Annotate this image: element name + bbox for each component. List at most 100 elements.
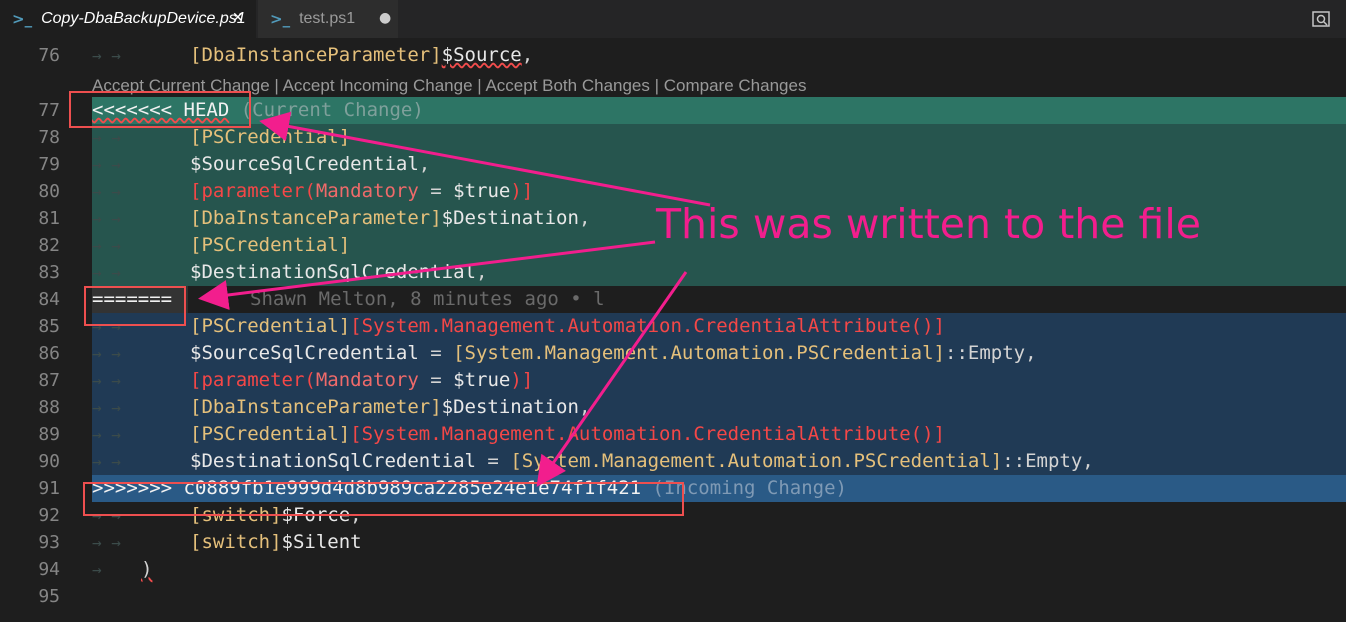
line-number: 86 (38, 343, 60, 364)
tab-title: test.ps1 (299, 10, 356, 27)
annotation-callout: This was written to the file (656, 200, 1201, 248)
annotation-box-head (69, 91, 251, 128)
close-icon[interactable]: ✕ (232, 10, 244, 26)
operator: = (418, 369, 454, 391)
code-text: [PSCredential] (190, 232, 350, 259)
code-text: $SourceSqlCredential = [System.Managemen… (190, 340, 1037, 367)
indent-guide-icon: → → (92, 209, 121, 228)
code-text: $SourceSqlCredential, (190, 151, 430, 178)
variable-token: $Destination (441, 396, 579, 418)
code-text: [DbaInstanceParameter]$Destination, (190, 205, 590, 232)
annotation-box-separator (84, 286, 186, 326)
code-line: 83 → → $DestinationSqlCredential, (0, 259, 1346, 286)
code-line: 87 → → [parameter(Mandatory = $true)] (0, 367, 1346, 394)
line-number: 80 (38, 181, 60, 202)
attribute-token: )] (510, 180, 534, 202)
type-token: [DbaInstanceParameter] (190, 396, 442, 418)
punctuation: , (418, 153, 431, 175)
line-number: 93 (38, 532, 60, 553)
line-number: 94 (38, 559, 60, 580)
line-number: 84 (38, 289, 60, 310)
attribute-token: [System.Management.Automation.Credential… (350, 315, 945, 337)
type-token: [PSCredential] (190, 423, 351, 445)
variable-token: $DestinationSqlCredential (190, 261, 476, 283)
parameter-token: Mandatory (315, 369, 419, 391)
line-number: 92 (38, 505, 60, 526)
code-text: [PSCredential][System.Management.Automat… (190, 421, 945, 448)
variable-token: $Source (441, 44, 522, 66)
punctuation: , (578, 396, 591, 418)
code-text: [DbaInstanceParameter]$Source, (190, 42, 533, 69)
tab-bar: >_ Copy-DbaBackupDevice.ps1 ✕ >_ test.ps… (0, 0, 1346, 38)
type-token: [PSCredential] (190, 234, 351, 256)
type-token: [switch] (190, 531, 282, 553)
code-line: 88 → → [DbaInstanceParameter]$Destinatio… (0, 394, 1346, 421)
line-number: 76 (38, 45, 60, 66)
operator: = (418, 342, 454, 364)
indent-guide-icon: → → (92, 128, 121, 147)
code-line: 78 → → [PSCredential] (0, 124, 1346, 151)
type-token: [PSCredential] (190, 126, 351, 148)
line-number: 82 (38, 235, 60, 256)
tab-title: Copy-DbaBackupDevice.ps1 (41, 10, 246, 27)
git-blame-annotation: Shawn Melton, 8 minutes ago • l (250, 288, 605, 310)
code-line: 86 → → $SourceSqlCredential = [System.Ma… (0, 340, 1346, 367)
variable-token: $true (453, 369, 511, 391)
tab-copy-dbabackupdevice[interactable]: >_ Copy-DbaBackupDevice.ps1 ✕ (0, 0, 256, 38)
punctuation: ::Empty, (1002, 450, 1094, 472)
punctuation: , (475, 261, 488, 283)
code-line: 93 → → [switch]$Silent (0, 529, 1346, 556)
type-token: [System.Management.Automation.PSCredenti… (453, 342, 945, 364)
current-change-label: (Current Change) (240, 99, 424, 121)
code-text: [switch]$Silent (190, 529, 362, 556)
variable-token: $SourceSqlCredential (190, 153, 419, 175)
tab-test[interactable]: >_ test.ps1 ● (258, 0, 398, 38)
unsaved-indicator-icon[interactable]: ● (379, 10, 391, 26)
code-line: 89 → → [PSCredential][System.Management.… (0, 421, 1346, 448)
variable-token: $true (453, 180, 511, 202)
code-line: 85 → → [PSCredential][System.Management.… (0, 313, 1346, 340)
indent-guide-icon: → → (92, 533, 121, 552)
attribute-token: [System.Management.Automation.Credential… (350, 423, 945, 445)
line-number: 78 (38, 127, 60, 148)
variable-token: $Silent (281, 531, 362, 553)
line-number: 95 (38, 586, 60, 607)
line-number: 89 (38, 424, 60, 445)
powershell-icon: >_ (12, 10, 33, 28)
code-text: [DbaInstanceParameter]$Destination, (190, 394, 590, 421)
line-number: 77 (38, 100, 60, 121)
type-token: [System.Management.Automation.PSCredenti… (510, 450, 1003, 472)
code-text: ) (141, 556, 152, 583)
indent-guide-icon: → → (92, 344, 121, 363)
punctuation: ) (141, 558, 153, 580)
punctuation: , (521, 44, 534, 66)
line-number: 85 (38, 316, 60, 337)
line-number: 87 (38, 370, 60, 391)
variable-token: $SourceSqlCredential (190, 342, 419, 364)
line-number: 79 (38, 154, 60, 175)
attribute-token: [parameter( (190, 180, 316, 202)
punctuation: , (578, 207, 591, 229)
code-line: 76 → → [DbaInstanceParameter]$Source, (0, 42, 1346, 69)
line-number: 81 (38, 208, 60, 229)
parameter-token: Mandatory (315, 180, 419, 202)
operator: = (475, 450, 511, 472)
indent-guide-icon: → → (92, 263, 121, 282)
variable-token: $DestinationSqlCredential (190, 450, 476, 472)
indent-guide-icon: → → (92, 398, 121, 417)
line-number: 91 (38, 478, 60, 499)
indent-guide-icon: → → (92, 46, 121, 65)
line-number: 83 (38, 262, 60, 283)
attribute-token: [parameter( (190, 369, 316, 391)
code-text: [PSCredential][System.Management.Automat… (190, 313, 945, 340)
indent-guide-icon: → (92, 560, 102, 579)
code-line: 95 (0, 583, 1346, 610)
code-text: $DestinationSqlCredential, (190, 259, 487, 286)
indent-guide-icon: → → (92, 155, 121, 174)
code-text: [PSCredential] (190, 124, 350, 151)
code-text: [parameter(Mandatory = $true)] (190, 367, 533, 394)
open-changes-icon[interactable] (1311, 9, 1331, 29)
operator: = (418, 180, 454, 202)
code-line: 79 → → $SourceSqlCredential, (0, 151, 1346, 178)
indent-guide-icon: → → (92, 236, 121, 255)
